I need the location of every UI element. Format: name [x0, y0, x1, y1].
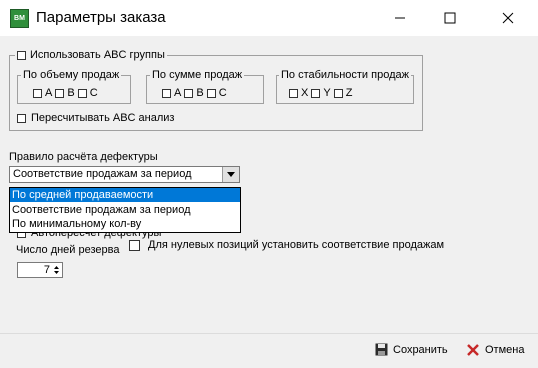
reserve-days-value: 7 [43, 264, 50, 276]
rule-option-average[interactable]: По средней продаваемости [10, 188, 240, 202]
reserve-label: Число дней резерва [16, 244, 120, 256]
rule-option-period[interactable]: Соответствие продажам за период [10, 203, 240, 217]
group-stability-title: По стабильности продаж [279, 69, 411, 81]
recalc-abc-checkbox[interactable] [17, 113, 26, 123]
use-abc-checkbox[interactable] [17, 50, 26, 60]
checkbox-sum-c[interactable] [206, 88, 216, 98]
checkbox-stability-z[interactable] [333, 88, 343, 98]
group-sum-items: A B C [162, 87, 227, 99]
window-title: Параметры заказа [36, 9, 166, 26]
label-stability-z: Z [345, 87, 353, 99]
rule-label: Правило расчёта дефектуры [9, 151, 158, 163]
floppy-disk-icon [375, 343, 388, 356]
spinner-arrows-icon[interactable] [52, 264, 61, 276]
zero-positions-row[interactable]: Для нулевых позиций установить соответст… [129, 239, 444, 251]
maximize-button[interactable] [438, 6, 462, 30]
chevron-down-icon [227, 172, 235, 177]
checkbox-volume-b[interactable] [55, 88, 65, 98]
checkbox-sum-b[interactable] [184, 88, 194, 98]
label-sum-c: C [218, 87, 227, 99]
checkbox-stability-y[interactable] [311, 88, 321, 98]
minimize-button[interactable] [388, 6, 412, 30]
zero-positions-checkbox[interactable] [129, 239, 140, 251]
bottom-bar: Сохранить Отмена [0, 333, 538, 368]
group-stability-items: X Y Z [289, 87, 352, 99]
label-volume-a: A [45, 87, 53, 99]
recalc-abc-label: Пересчитывать ABC анализ [31, 112, 175, 124]
label-stability-x: X [301, 87, 309, 99]
label-stability-y: Y [323, 87, 331, 99]
dropdown-button[interactable] [222, 167, 239, 182]
group-sum-title: По сумме продаж [150, 69, 245, 81]
checkbox-sum-a[interactable] [162, 88, 171, 98]
close-button[interactable] [496, 6, 520, 30]
group-volume-title: По объему продаж [21, 69, 122, 81]
rule-dropdown-value: Соответствие продажам за период [13, 168, 192, 180]
group-volume-items: A B C [33, 87, 98, 99]
use-abc-row[interactable]: Использовать ABC группы [15, 48, 167, 62]
maximize-icon [444, 12, 456, 24]
recalc-abc-row[interactable]: Пересчитывать ABC анализ [17, 112, 174, 124]
label-volume-c: C [89, 87, 98, 99]
cancel-label: Отмена [485, 344, 525, 356]
zero-positions-label: Для нулевых позиций установить соответст… [148, 239, 445, 251]
app-icon: BM [10, 9, 29, 28]
checkbox-volume-a[interactable] [33, 88, 42, 98]
cancel-button[interactable]: Отмена [466, 343, 524, 357]
save-button[interactable]: Сохранить [375, 343, 448, 356]
use-abc-label: Использовать ABC группы [30, 49, 165, 61]
checkbox-stability-x[interactable] [289, 88, 298, 98]
reserve-days-spinner[interactable]: 7 [17, 262, 63, 278]
save-label: Сохранить [393, 343, 448, 356]
label-sum-b: B [196, 87, 204, 99]
label-volume-b: B [67, 87, 75, 99]
close-icon [502, 12, 514, 24]
rule-option-minimum[interactable]: По минимальному кол-ву [10, 217, 240, 231]
title-bar: BM Параметры заказа [0, 0, 538, 36]
rule-dropdown-list: По средней продаваемости Соответствие пр… [9, 187, 241, 233]
cancel-x-icon [467, 344, 479, 356]
label-sum-a: A [174, 87, 182, 99]
minimize-icon [395, 17, 405, 19]
rule-dropdown[interactable]: Соответствие продажам за период [9, 166, 240, 183]
checkbox-volume-c[interactable] [77, 88, 87, 98]
